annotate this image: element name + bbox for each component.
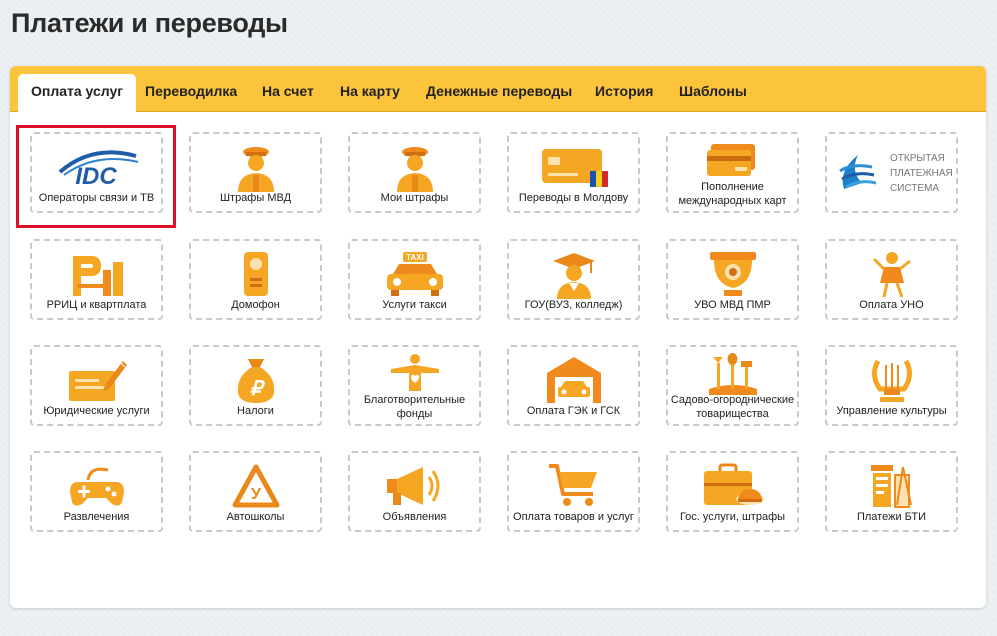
- tile-announcements[interactable]: Объявления: [348, 451, 481, 532]
- tile-my-fines[interactable]: Мои штрафы: [348, 132, 481, 213]
- tile-label: Оплата ГЭК и ГСК: [526, 405, 621, 417]
- tile-label: Налоги: [237, 405, 274, 417]
- tab-history[interactable]: История: [595, 75, 653, 111]
- bank-card-moldova-flag-icon: [509, 142, 638, 192]
- tile-label: РРИЦ и квартплата: [46, 299, 147, 311]
- police-officer-icon: [191, 142, 320, 192]
- tile-label: Юридические услуги: [43, 405, 150, 417]
- tab-bar: Оплата услуг Переводилка На счет На карт…: [10, 66, 986, 112]
- tile-legal-services[interactable]: Юридические услуги: [30, 345, 163, 426]
- rric-building-icon: [32, 249, 161, 299]
- playing-child-icon: [827, 249, 956, 299]
- security-camera-icon: [668, 249, 797, 299]
- tile-label: Автошколы: [226, 511, 285, 523]
- ops-logo-line2: ПЛАТЕЖНАЯ: [890, 168, 952, 179]
- tile-label: Пополнение международных карт: [678, 181, 787, 207]
- tile-telecom-operators[interactable]: IDC Операторы связи и ТВ: [30, 132, 163, 213]
- ops-logo-line3: СИСТЕМА: [890, 183, 939, 194]
- tile-taxi[interactable]: TAXI Услуги такси: [348, 239, 481, 320]
- tile-label: Оплата товаров и услуг: [513, 511, 634, 523]
- gamepad-icon: [32, 461, 161, 511]
- graduate-icon: [509, 249, 638, 299]
- tile-taxes[interactable]: ₽ Налоги: [189, 345, 322, 426]
- tile-state-services[interactable]: Гос. услуги, штрафы: [666, 451, 799, 532]
- taxi-sign-text: TAXI: [406, 253, 424, 262]
- tile-label: Развлечения: [63, 511, 130, 523]
- tab-money-transfers[interactable]: Денежные переводы: [426, 75, 572, 111]
- tile-label: Переводы в Молдову: [518, 192, 629, 204]
- tile-rric-rent[interactable]: РРИЦ и квартплата: [30, 239, 163, 320]
- tab-perevodilka[interactable]: Переводилка: [145, 75, 237, 111]
- open-payment-system-logo: ОТКРЫТАЯ ПЛАТЕЖНАЯ СИСТЕМА: [827, 140, 956, 204]
- ops-logo-line1: ОТКРЫТАЯ: [890, 153, 945, 164]
- driving-school-sign-icon: У: [191, 461, 320, 511]
- tile-label: ГОУ(ВУЗ, колледж): [524, 299, 623, 311]
- tab-to-card[interactable]: На карту: [340, 75, 400, 111]
- tile-label: Объявления: [382, 511, 447, 523]
- tile-garden-associations[interactable]: Садово-огороднические товарищества: [666, 345, 799, 426]
- document-pen-icon: [32, 355, 161, 405]
- page-title: Платежи и переводы: [11, 8, 288, 38]
- tile-label: Управление культуры: [836, 405, 947, 417]
- tile-uvo-mvd[interactable]: УВО МВД ПМР: [666, 239, 799, 320]
- tile-open-payment-system[interactable]: ОТКРЫТАЯ ПЛАТЕЖНАЯ СИСТЕМА: [825, 132, 958, 213]
- tile-label: Штрафы МВД: [219, 192, 292, 204]
- tile-label: Мои штрафы: [380, 192, 449, 204]
- megaphone-icon: [350, 461, 479, 511]
- money-bag-icon: ₽: [191, 355, 320, 405]
- charity-person-icon: [350, 353, 479, 393]
- tile-label: Платежи БТИ: [856, 511, 927, 523]
- tile-gek-gsk[interactable]: Оплата ГЭК и ГСК: [507, 345, 640, 426]
- card-stack-icon: [668, 138, 797, 182]
- tab-to-account[interactable]: На счет: [262, 75, 314, 111]
- tile-driving-schools[interactable]: У Автошколы: [189, 451, 322, 532]
- tile-entertainment[interactable]: Развлечения: [30, 451, 163, 532]
- tile-goods-services[interactable]: Оплата товаров и услуг: [507, 451, 640, 532]
- taxi-icon: TAXI: [350, 249, 479, 299]
- tile-label: Домофон: [231, 299, 280, 311]
- tile-charity-funds[interactable]: Благотворительные фонды: [348, 345, 481, 426]
- garage-car-icon: [509, 355, 638, 405]
- tile-intercom[interactable]: Домофон: [189, 239, 322, 320]
- intercom-icon: [191, 249, 320, 299]
- tile-mvd-fines[interactable]: Штрафы МВД: [189, 132, 322, 213]
- tile-uno-payment[interactable]: Оплата УНО: [825, 239, 958, 320]
- drafting-tools-icon: [827, 461, 956, 511]
- tile-intl-cards[interactable]: Пополнение международных карт: [666, 132, 799, 213]
- shopping-cart-icon: [509, 461, 638, 511]
- idc-logo-text: IDC: [75, 163, 117, 190]
- tab-templates[interactable]: Шаблоны: [679, 75, 747, 111]
- tile-label: Услуги такси: [382, 299, 447, 311]
- tile-education[interactable]: ГОУ(ВУЗ, колледж): [507, 239, 640, 320]
- tile-label: Гос. услуги, штрафы: [679, 511, 786, 523]
- tile-culture-department[interactable]: Управление культуры: [825, 345, 958, 426]
- tile-label: УВО МВД ПМР: [694, 299, 771, 311]
- tile-label: Оплата УНО: [859, 299, 924, 311]
- idc-logo: IDC: [32, 142, 161, 192]
- garden-tools-icon: [668, 351, 797, 395]
- tile-label: Операторы связи и ТВ: [38, 192, 155, 204]
- tile-transfers-moldova[interactable]: Переводы в Молдову: [507, 132, 640, 213]
- tile-bti-payments[interactable]: Платежи БТИ: [825, 451, 958, 532]
- lyre-icon: [827, 355, 956, 405]
- briefcase-cap-icon: [668, 461, 797, 511]
- police-officer-icon: [350, 142, 479, 192]
- tile-label: Благотворительные фонды: [363, 394, 466, 420]
- driving-school-letter: У: [251, 486, 262, 503]
- tile-label: Садово-огороднические товарищества: [670, 394, 795, 420]
- tab-services[interactable]: Оплата услуг: [18, 74, 137, 112]
